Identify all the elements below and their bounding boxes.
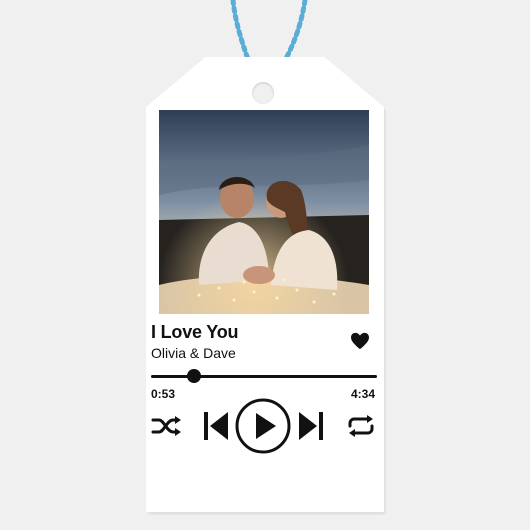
total-time: 4:34 <box>351 387 376 401</box>
shuffle-icon[interactable] <box>151 414 183 438</box>
play-button[interactable] <box>234 397 292 455</box>
gift-tag-mockup: I Love You Olivia & Dave 0:53 4:34 <box>0 0 530 530</box>
elapsed-time: 0:53 <box>151 387 176 401</box>
skip-next-icon[interactable] <box>298 410 324 442</box>
tag-hole <box>252 82 274 104</box>
song-title: I Love You <box>151 322 239 342</box>
skip-previous-icon[interactable] <box>203 410 229 442</box>
heart-icon[interactable] <box>350 332 370 350</box>
repeat-icon[interactable] <box>345 414 377 438</box>
progress-bar[interactable] <box>151 375 377 378</box>
album-photo <box>159 110 369 314</box>
artist-name: Olivia & Dave <box>151 345 236 361</box>
progress-knob[interactable] <box>186 369 201 383</box>
play-icon <box>235 398 291 454</box>
